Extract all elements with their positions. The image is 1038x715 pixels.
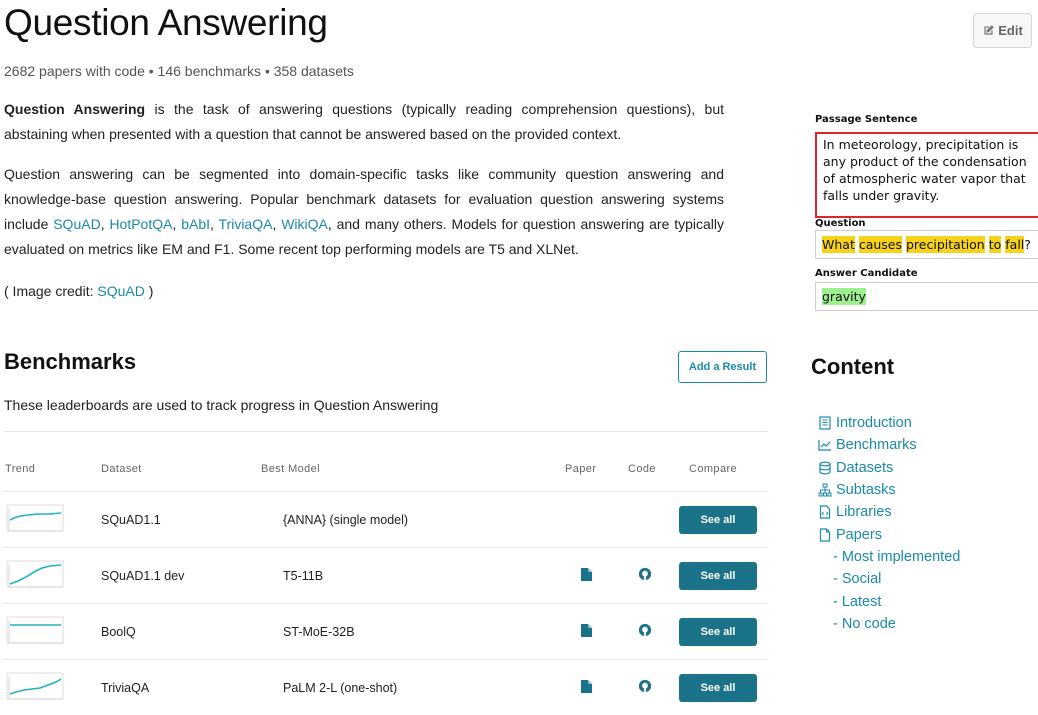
table-row: BoolQ ST-MoE-32B See all (4, 604, 767, 660)
qa-example-figure: Passage Sentence In meteorology, precipi… (812, 112, 1038, 312)
row-dataset[interactable]: SQuAD1.1 dev (101, 569, 184, 583)
col-trend: Trend (5, 463, 36, 475)
trend-sparkline[interactable] (6, 616, 64, 646)
question-box: What causes precipitation to fall? (815, 230, 1038, 259)
github-icon[interactable] (638, 567, 652, 581)
github-icon[interactable] (638, 679, 652, 693)
table-of-contents: Introduction Benchmarks Datasets Subtask… (818, 412, 960, 635)
toc-papers[interactable]: Papers (818, 523, 960, 545)
trend-sparkline[interactable] (6, 672, 64, 702)
row-model[interactable]: ST-MoE-32B (283, 625, 355, 639)
paper-icon[interactable] (581, 568, 592, 581)
link-wikiqa[interactable]: WikiQA (281, 216, 328, 232)
link-hotpotqa[interactable]: HotPotQA (109, 216, 172, 232)
see-all-button[interactable]: See all (679, 618, 757, 646)
toc-datasets[interactable]: Datasets (818, 457, 960, 479)
file-icon (819, 528, 831, 542)
benchmarks-title: Benchmarks (4, 349, 137, 374)
toc-social[interactable]: - Social (818, 568, 960, 590)
link-squad[interactable]: SQuAD (53, 216, 100, 232)
col-paper: Paper (565, 463, 597, 475)
see-all-button[interactable]: See all (679, 506, 757, 534)
col-best-model: Best Model (261, 463, 321, 475)
benchmarks-table: Trend Dataset Best Model Paper Code Comp… (4, 431, 767, 715)
link-babi[interactable]: bAbI (181, 216, 210, 232)
table-row: TriviaQA PaLM 2-L (one-shot) See all (4, 660, 767, 715)
trend-sparkline[interactable] (6, 504, 64, 534)
toc-introduction[interactable]: Introduction (818, 412, 960, 434)
row-dataset[interactable]: BoolQ (101, 625, 136, 639)
edit-label: Edit (998, 23, 1023, 38)
toc-no-code[interactable]: - No code (818, 613, 960, 635)
col-code: Code (628, 463, 656, 475)
col-compare: Compare (689, 463, 738, 475)
answer-box: gravity (815, 282, 1038, 311)
database-icon (819, 461, 831, 475)
add-result-button[interactable]: Add a Result (678, 351, 767, 383)
description-paragraph-2: Question answering can be segmented into… (4, 166, 725, 257)
description-paragraph-1: Question Answering is the task of answer… (4, 101, 725, 142)
toc-libraries[interactable]: Libraries (818, 501, 960, 523)
file-code-icon (819, 505, 831, 519)
row-dataset[interactable]: SQuAD1.1 (101, 513, 161, 527)
github-icon[interactable] (638, 623, 652, 637)
stats-line: 2682 papers with code • 146 benchmarks •… (4, 63, 354, 79)
toc-most-implemented[interactable]: - Most implemented (818, 546, 960, 568)
toc-subtasks[interactable]: Subtasks (818, 479, 960, 501)
image-credit: ( Image credit: SQuAD ) (4, 283, 154, 299)
row-dataset[interactable]: TriviaQA (101, 681, 149, 695)
book-icon (819, 416, 831, 430)
paper-icon[interactable] (581, 624, 592, 637)
see-all-button[interactable]: See all (679, 562, 757, 590)
table-row: SQuAD1.1 dev T5-11B See all (4, 548, 767, 604)
table-row: SQuAD1.1 {ANNA} (single model) See all (4, 492, 767, 548)
sitemap-icon (818, 483, 832, 497)
table-header: Trend Dataset Best Model Paper Code Comp… (4, 431, 767, 492)
benchmarks-subtitle: These leaderboards are used to track pro… (4, 397, 439, 413)
passage-label: Passage Sentence (815, 114, 918, 125)
answer-label: Answer Candidate (815, 268, 918, 279)
description-bold-term: Question Answering (4, 101, 146, 117)
paper-icon[interactable] (581, 680, 592, 693)
question-label: Question (815, 218, 866, 229)
trend-sparkline[interactable] (6, 560, 64, 590)
toc-benchmarks[interactable]: Benchmarks (818, 434, 960, 456)
page-title: Question Answering (4, 2, 328, 43)
col-dataset: Dataset (101, 463, 142, 475)
credit-link-squad[interactable]: SQuAD (97, 283, 144, 299)
row-model[interactable]: PaLM 2-L (one-shot) (283, 681, 397, 695)
toc-latest[interactable]: - Latest (818, 590, 960, 612)
edit-button[interactable]: Edit (973, 13, 1032, 48)
link-triviaqa[interactable]: TriviaQA (219, 216, 273, 232)
chart-icon (818, 440, 831, 452)
content-title: Content (811, 354, 895, 379)
see-all-button[interactable]: See all (679, 674, 757, 702)
passage-box: In meteorology, precipitation is any pro… (815, 132, 1038, 218)
row-model[interactable]: {ANNA} (single model) (283, 513, 408, 527)
edit-icon (984, 25, 994, 35)
row-model[interactable]: T5-11B (283, 569, 323, 583)
